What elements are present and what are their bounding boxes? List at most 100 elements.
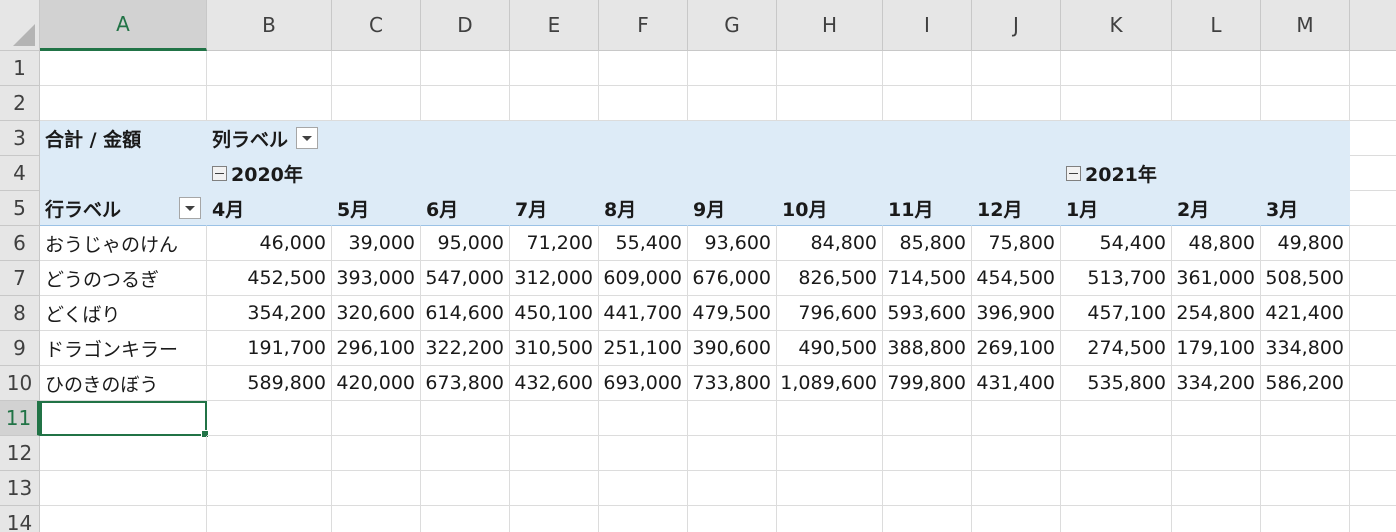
- cell-h11[interactable]: [777, 401, 883, 436]
- cell-a14[interactable]: [40, 506, 207, 532]
- cell-f5[interactable]: 8月: [599, 191, 688, 226]
- cell-a7[interactable]: どうのつるぎ: [40, 261, 207, 296]
- row-header-7[interactable]: 7: [0, 261, 40, 296]
- cell-l8[interactable]: 254,800: [1172, 296, 1261, 331]
- cell-m14[interactable]: [1261, 506, 1350, 532]
- cell-e5[interactable]: 7月: [510, 191, 599, 226]
- cell-k1[interactable]: [1061, 51, 1172, 86]
- column-header-e[interactable]: E: [510, 0, 599, 51]
- cell-g13[interactable]: [688, 471, 777, 506]
- cell-m2[interactable]: [1261, 86, 1350, 121]
- cell-m8[interactable]: 421,400: [1261, 296, 1350, 331]
- cell-a10[interactable]: ひのきのぼう: [40, 366, 207, 401]
- cell-l10[interactable]: 334,200: [1172, 366, 1261, 401]
- cell-e1[interactable]: [510, 51, 599, 86]
- cell-h5[interactable]: 10月: [777, 191, 883, 226]
- cell-k6[interactable]: 54,400: [1061, 226, 1172, 261]
- cell-b5[interactable]: 4月: [207, 191, 332, 226]
- cell-n10[interactable]: [1350, 366, 1396, 401]
- cell-g2[interactable]: [688, 86, 777, 121]
- cell-l6[interactable]: 48,800: [1172, 226, 1261, 261]
- cell-d5[interactable]: 6月: [421, 191, 510, 226]
- cell-g5[interactable]: 9月: [688, 191, 777, 226]
- cell-l4[interactable]: [1172, 156, 1261, 191]
- cell-e7[interactable]: 312,000: [510, 261, 599, 296]
- cell-g1[interactable]: [688, 51, 777, 86]
- cell-j4[interactable]: [972, 156, 1061, 191]
- cell-k9[interactable]: 274,500: [1061, 331, 1172, 366]
- cell-f7[interactable]: 609,000: [599, 261, 688, 296]
- cell-l7[interactable]: 361,000: [1172, 261, 1261, 296]
- cell-i3[interactable]: [883, 121, 972, 156]
- row-header-8[interactable]: 8: [0, 296, 40, 331]
- cell-n13[interactable]: [1350, 471, 1396, 506]
- cell-h14[interactable]: [777, 506, 883, 532]
- cell-d1[interactable]: [421, 51, 510, 86]
- cell-d11[interactable]: [421, 401, 510, 436]
- cell-a4[interactable]: [40, 156, 207, 191]
- cell-d12[interactable]: [421, 436, 510, 471]
- cell-h3[interactable]: [777, 121, 883, 156]
- cell-a6[interactable]: おうじゃのけん: [40, 226, 207, 261]
- cell-m6[interactable]: 49,800: [1261, 226, 1350, 261]
- cell-e13[interactable]: [510, 471, 599, 506]
- cell-i1[interactable]: [883, 51, 972, 86]
- cell-m9[interactable]: 334,800: [1261, 331, 1350, 366]
- cell-g7[interactable]: 676,000: [688, 261, 777, 296]
- cell-f4[interactable]: [599, 156, 688, 191]
- cell-j6[interactable]: 75,800: [972, 226, 1061, 261]
- cell-b3[interactable]: 列ラベル: [207, 121, 332, 156]
- cell-c8[interactable]: 320,600: [332, 296, 421, 331]
- active-cell-a11[interactable]: [40, 401, 209, 438]
- cell-d9[interactable]: 322,200: [421, 331, 510, 366]
- cell-b4[interactable]: 2020年: [207, 156, 332, 191]
- cell-l12[interactable]: [1172, 436, 1261, 471]
- cell-l13[interactable]: [1172, 471, 1261, 506]
- row-header-6[interactable]: 6: [0, 226, 40, 261]
- cell-m5[interactable]: 3月: [1261, 191, 1350, 226]
- cell-a2[interactable]: [40, 86, 207, 121]
- collapse-2021-icon[interactable]: [1066, 165, 1081, 181]
- column-header-f[interactable]: F: [599, 0, 688, 51]
- cell-h1[interactable]: [777, 51, 883, 86]
- cell-n14[interactable]: [1350, 506, 1396, 532]
- column-header-m[interactable]: M: [1261, 0, 1350, 51]
- cell-c9[interactable]: 296,100: [332, 331, 421, 366]
- cell-f9[interactable]: 251,100: [599, 331, 688, 366]
- cell-n4[interactable]: [1350, 156, 1396, 191]
- cell-c5[interactable]: 5月: [332, 191, 421, 226]
- cell-h2[interactable]: [777, 86, 883, 121]
- cell-n8[interactable]: [1350, 296, 1396, 331]
- cell-a1[interactable]: [40, 51, 207, 86]
- column-header-b[interactable]: B: [207, 0, 332, 51]
- row-header-2[interactable]: 2: [0, 86, 40, 121]
- cell-c11[interactable]: [332, 401, 421, 436]
- cell-i13[interactable]: [883, 471, 972, 506]
- column-header-l[interactable]: L: [1172, 0, 1261, 51]
- cell-f14[interactable]: [599, 506, 688, 532]
- cell-e2[interactable]: [510, 86, 599, 121]
- cell-d6[interactable]: 95,000: [421, 226, 510, 261]
- cell-j14[interactable]: [972, 506, 1061, 532]
- cell-j10[interactable]: 431,400: [972, 366, 1061, 401]
- cell-i12[interactable]: [883, 436, 972, 471]
- cell-a13[interactable]: [40, 471, 207, 506]
- cell-b10[interactable]: 589,800: [207, 366, 332, 401]
- cell-f6[interactable]: 55,400: [599, 226, 688, 261]
- cell-k2[interactable]: [1061, 86, 1172, 121]
- cell-d7[interactable]: 547,000: [421, 261, 510, 296]
- cell-l1[interactable]: [1172, 51, 1261, 86]
- cell-b1[interactable]: [207, 51, 332, 86]
- column-header-i[interactable]: I: [883, 0, 972, 51]
- cell-k13[interactable]: [1061, 471, 1172, 506]
- cell-e14[interactable]: [510, 506, 599, 532]
- cell-m11[interactable]: [1261, 401, 1350, 436]
- row-header-9[interactable]: 9: [0, 331, 40, 366]
- cell-f8[interactable]: 441,700: [599, 296, 688, 331]
- cell-k3[interactable]: [1061, 121, 1172, 156]
- column-header-g[interactable]: G: [688, 0, 777, 51]
- cell-j3[interactable]: [972, 121, 1061, 156]
- cell-n7[interactable]: [1350, 261, 1396, 296]
- cell-n11[interactable]: [1350, 401, 1396, 436]
- cell-b6[interactable]: 46,000: [207, 226, 332, 261]
